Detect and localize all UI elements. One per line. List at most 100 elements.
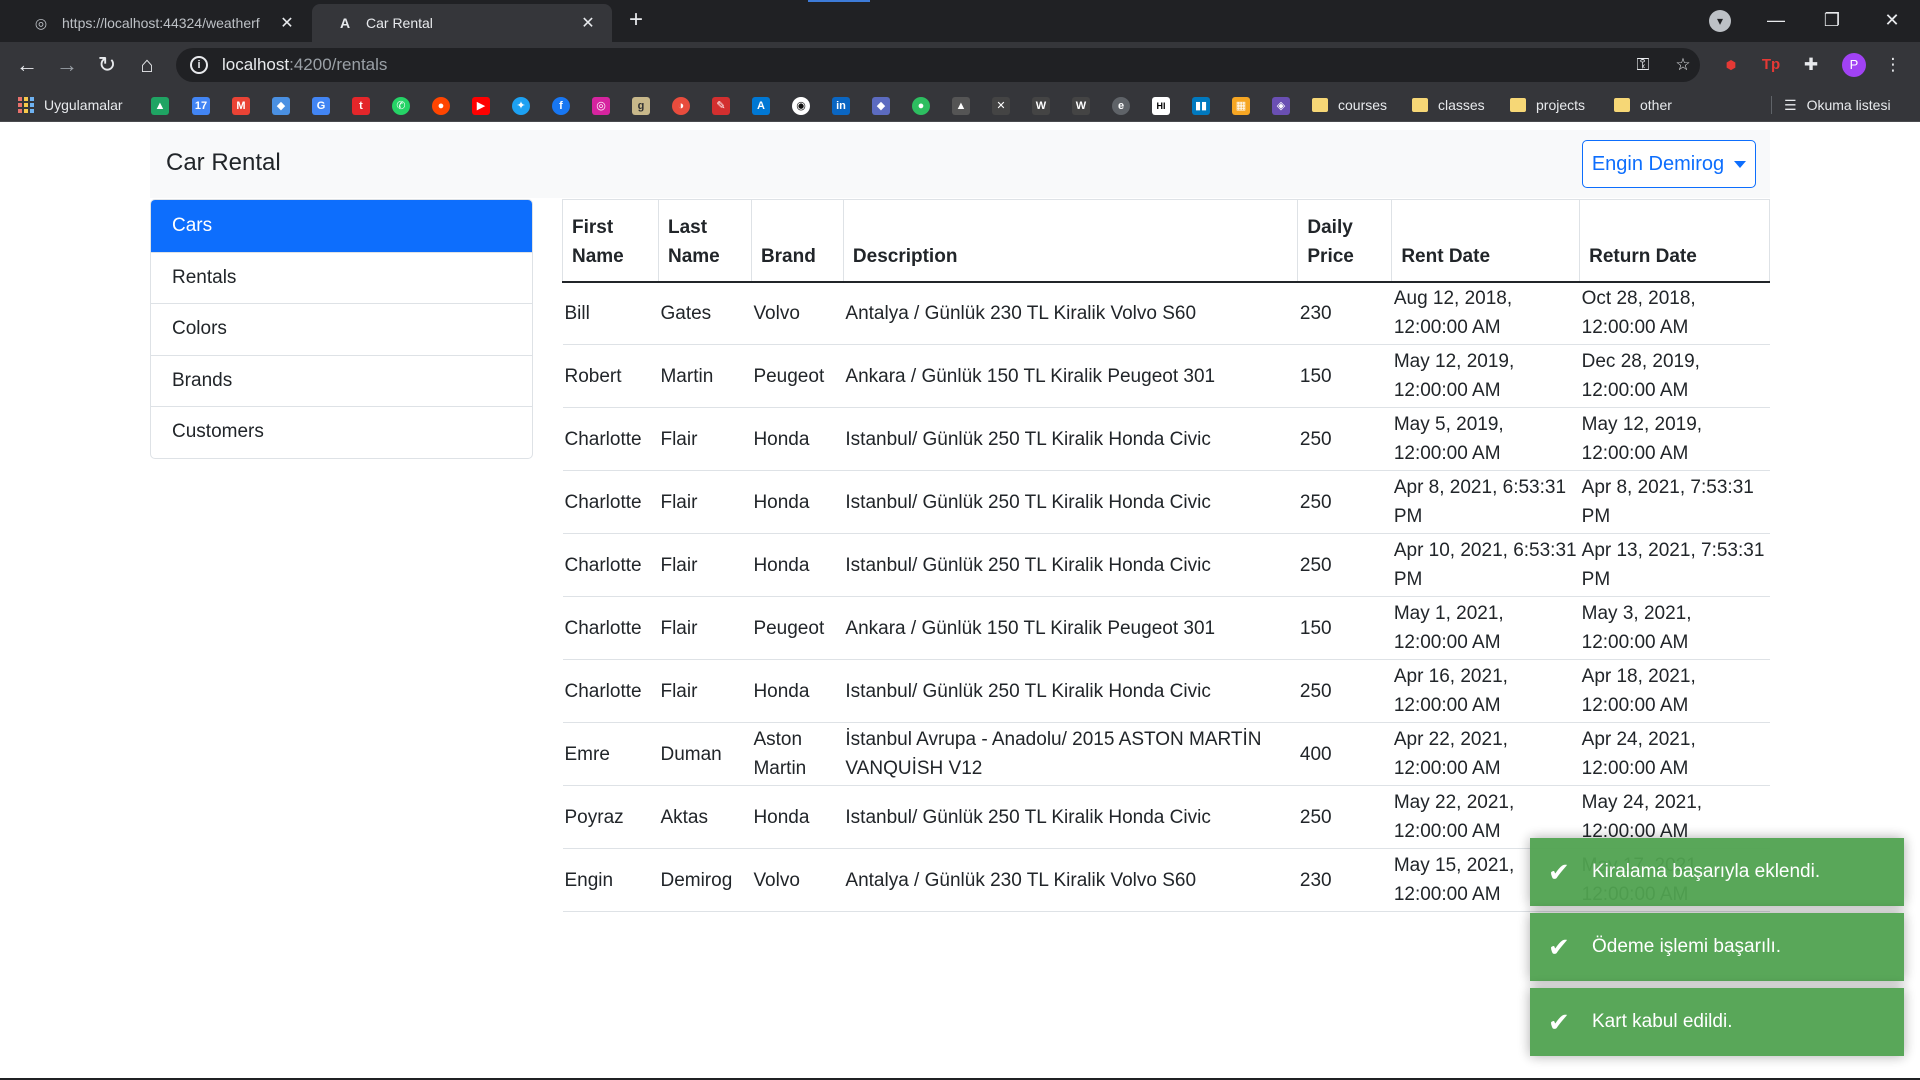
sidebar-menu: Cars Rentals Colors Brands Customers xyxy=(150,199,533,459)
shield-app-icon[interactable]: ◈ xyxy=(1272,97,1290,115)
restore-icon[interactable]: ❐ xyxy=(1812,6,1852,34)
close-window-icon[interactable]: ✕ xyxy=(1872,6,1912,34)
cell-first-name: Charlotte xyxy=(562,533,659,597)
scribd-icon[interactable]: ◑ xyxy=(672,97,690,115)
cell-last-name: Flair xyxy=(658,533,752,597)
bookmark-folder-projects[interactable]: projects xyxy=(1510,95,1585,115)
cell-return-date: Apr 18, 2021, 12:00:00 AM xyxy=(1579,659,1770,723)
bookmark-folder-classes[interactable]: classes xyxy=(1412,95,1485,115)
close-tab-icon[interactable]: ✕ xyxy=(277,13,297,33)
table-row: Charlotte Flair Peugeot Ankara / Günlük 150… xyxy=(562,596,1770,660)
cell-rent-date: Aug 12, 2018, 12:00:00 AM xyxy=(1391,281,1580,345)
close-tab-icon[interactable]: ✕ xyxy=(578,13,598,33)
translate-icon[interactable]: G xyxy=(312,97,330,115)
toast-rental-added[interactable]: ✔ Kiralama başarıyla eklendi. xyxy=(1530,838,1904,906)
pdf-icon[interactable]: ✎ xyxy=(712,97,730,115)
bookmark-star-icon[interactable]: ☆ xyxy=(1672,54,1694,76)
github-icon[interactable]: ◉ xyxy=(792,97,810,115)
apps-bookmark[interactable]: Uygulamalar xyxy=(18,95,123,115)
w-logo-icon[interactable]: W xyxy=(1032,97,1050,115)
tab-strip-accent xyxy=(808,0,870,2)
profile-avatar[interactable]: P xyxy=(1842,53,1866,77)
cell-daily-price: 250 xyxy=(1297,785,1392,849)
cell-return-date: Apr 13, 2021, 7:53:31 PM xyxy=(1579,533,1770,597)
grid-app-icon[interactable]: ▦ xyxy=(1232,97,1250,115)
classroom-icon[interactable]: ◆ xyxy=(272,97,290,115)
folder-label: classes xyxy=(1438,97,1485,113)
cell-description: Antalya / Günlük 230 TL Kiralik Volvo S6… xyxy=(843,848,1298,912)
instagram-icon[interactable]: ◎ xyxy=(592,97,610,115)
ublock-icon[interactable]: ⬢ xyxy=(1720,54,1742,76)
new-tab-button[interactable]: + xyxy=(622,6,650,34)
cell-brand: Peugeot xyxy=(751,596,844,660)
evernote-icon[interactable]: ● xyxy=(912,97,930,115)
cross-pattern-icon[interactable]: ✕ xyxy=(992,97,1010,115)
trello-icon[interactable]: ▮▮ xyxy=(1192,97,1210,115)
browser-tab-weather[interactable]: ◎ https://localhost:44324/weatherf ✕ xyxy=(8,4,311,42)
home-icon[interactable]: ⌂ xyxy=(132,50,162,80)
sidebar-item-brands[interactable]: Brands xyxy=(151,354,532,407)
reddit-icon[interactable]: ● xyxy=(432,97,450,115)
back-icon[interactable]: ← xyxy=(12,50,42,80)
forward-icon[interactable]: → xyxy=(52,50,82,80)
header-last-name: Last Name xyxy=(658,199,752,283)
twitter-icon[interactable]: ✦ xyxy=(512,97,530,115)
rentals-table-container: First Name Last Name Brand Description Dai… xyxy=(562,199,1770,912)
cell-brand: Honda xyxy=(751,407,844,471)
tumblr-icon[interactable]: t xyxy=(352,97,370,115)
whatsapp-icon[interactable]: ✆ xyxy=(392,97,410,115)
goodreads-icon[interactable]: g xyxy=(632,97,650,115)
address-bar[interactable]: i localhost:4200/rentals xyxy=(176,48,1700,82)
sidebar-item-cars[interactable]: Cars xyxy=(151,200,532,252)
menu-kebab-icon[interactable]: ⋮ xyxy=(1882,54,1904,76)
toast-container: ✔ Kiralama başarıyla eklendi. ✔ Ödeme iş… xyxy=(1530,838,1904,1063)
toast-payment-success[interactable]: ✔ Ödeme işlemi başarılı. xyxy=(1530,913,1904,981)
cell-first-name: Poyraz xyxy=(562,785,659,849)
edge-icon[interactable]: e xyxy=(1112,97,1130,115)
sidebar-item-colors[interactable]: Colors xyxy=(151,303,532,355)
folder-label: projects xyxy=(1536,97,1586,113)
header-rent-date: Rent Date xyxy=(1391,199,1581,283)
tab-search-icon[interactable]: ▾ xyxy=(1709,10,1731,32)
hackerrank-icon[interactable]: HI xyxy=(1152,97,1170,115)
bookmark-folder-courses[interactable]: courses xyxy=(1312,95,1387,115)
cell-last-name: Flair xyxy=(658,407,752,471)
browser-toolbar: ← → ↻ ⌂ i localhost:4200/rentals ⚿ ☆ ⬢ T… xyxy=(0,42,1920,88)
cell-rent-date: May 5, 2019, 12:00:00 AM xyxy=(1391,407,1580,471)
user-dropdown-button[interactable]: Engin Demirog xyxy=(1582,140,1756,188)
folder-label: courses xyxy=(1338,97,1388,113)
extension-tp-icon[interactable]: Tp xyxy=(1760,54,1782,76)
browser-tab-car-rental[interactable]: A Car Rental ✕ xyxy=(312,4,612,42)
toast-card-accepted[interactable]: ✔ Kart kabul edildi. xyxy=(1530,988,1904,1056)
gmail-icon[interactable]: M xyxy=(232,97,250,115)
key-icon[interactable]: ⚿ xyxy=(1632,54,1654,76)
cell-daily-price: 230 xyxy=(1297,848,1392,912)
table-row: Robert Martin Peugeot Ankara / Günlük 150 T… xyxy=(562,344,1770,408)
cell-brand: Volvo xyxy=(751,281,844,345)
folder-icon xyxy=(1412,98,1428,112)
cell-brand: Honda xyxy=(751,533,844,597)
header-daily-price: Daily Price xyxy=(1297,199,1393,283)
extensions-puzzle-icon[interactable]: ✚ xyxy=(1800,54,1822,76)
calendar-icon[interactable]: 17 xyxy=(192,97,210,115)
sidebar-item-rentals[interactable]: Rentals xyxy=(151,251,532,304)
facebook-icon[interactable]: f xyxy=(552,97,570,115)
drive-icon[interactable]: ▲ xyxy=(151,97,169,115)
cell-first-name: Charlotte xyxy=(562,659,659,723)
navbar-brand[interactable]: Car Rental xyxy=(166,149,281,177)
url-path: :4200/rentals xyxy=(289,55,388,74)
w-logo-icon-2[interactable]: W xyxy=(1072,97,1090,115)
site-info-icon[interactable]: i xyxy=(190,56,208,74)
bookmark-folder-other[interactable]: other xyxy=(1614,95,1672,115)
sidebar-item-customers[interactable]: Customers xyxy=(151,406,532,458)
reload-icon[interactable]: ↻ xyxy=(92,50,122,80)
cell-return-date: May 12, 2019, 12:00:00 AM xyxy=(1579,407,1770,471)
cube-icon[interactable]: ◆ xyxy=(872,97,890,115)
graduation-cap-icon[interactable]: ▲ xyxy=(952,97,970,115)
azure-icon[interactable]: A xyxy=(752,97,770,115)
linkedin-icon[interactable]: in xyxy=(832,97,850,115)
reading-list-button[interactable]: ☰ Okuma listesi xyxy=(1784,95,1891,115)
minimize-icon[interactable]: — xyxy=(1756,6,1796,34)
youtube-icon[interactable]: ▶ xyxy=(472,97,490,115)
cell-return-date: May 3, 2021, 12:00:00 AM xyxy=(1579,596,1770,660)
